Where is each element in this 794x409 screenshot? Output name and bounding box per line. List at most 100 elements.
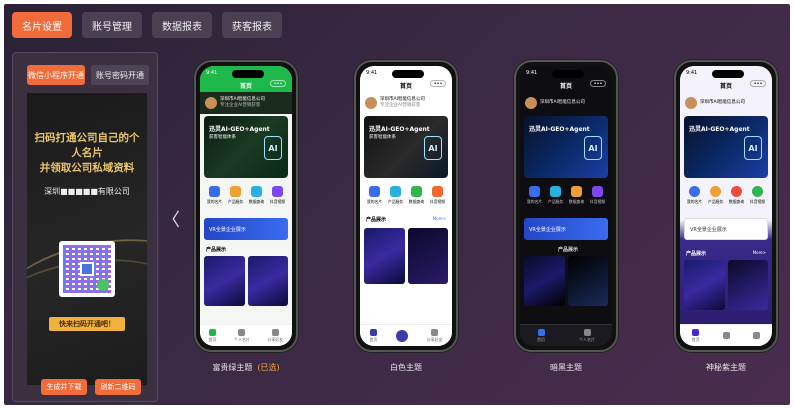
tabbar-home: 首页 [209,328,217,343]
card-preview-panel: 微信小程序开通 账号密码开通 扫码打通公司自己的个人名片 并领取公司私域资料 深… [12,52,158,402]
card-icon [209,186,220,197]
wechat-icon [97,279,109,291]
tabbar-label: 首页 [369,336,378,342]
share-icon [753,331,761,339]
icon-label: 我的名片 [686,199,703,204]
tab-bar: 首页 分享好友 [360,324,452,346]
icon-video: 抖音视频 [590,186,606,205]
theme-settings-panel: 名片设置 账号管理 数据报表 获客报表 微信小程序开通 账号密码开通 扫码打通公… [4,4,790,405]
theme-preview-green[interactable]: 9:41 首页 ••• 深圳市AI智能信息公司 专注企业AI营销获客 迅灵AI-… [194,60,298,352]
banner-text: 迅灵AI-GEO+Agent [529,126,590,134]
icon-label: 我的名片 [526,199,543,204]
poster-title: 扫码打通公司自己的个人名片 并领取公司私域资料 [33,131,141,176]
profile-row: 深圳市AI智能信息公司 专注企业AI营销获客 [365,94,447,112]
home-icon [369,328,377,336]
tabbar-share [753,331,761,340]
product-card [684,260,725,310]
product-card [407,228,448,284]
tabbar-share: 分享好友 [267,328,284,343]
box-icon [710,186,721,197]
more-icon: ••• [270,80,286,87]
theme-preview-white[interactable]: 9:41 首页 ••• 深圳市AI智能信息公司 专注企业AI营销获客 迅灵AI-… [354,60,458,352]
icon-video: 抖音视频 [430,186,446,205]
product-grid [524,256,608,306]
icon-label: 产品服务 [547,199,564,204]
product-card [727,260,768,310]
theme-label-dark: 暗黑主题 [514,362,618,373]
vr-promo: VR全景企业展示 [684,218,768,240]
hero-banner: 迅灵AI-GEO+Agent 获客智能体系 AI [204,116,288,178]
icon-products: 产品服务 [388,186,404,205]
hero-banner: 迅灵AI-GEO+Agent AI [684,116,768,178]
icon-label: 我的名片 [206,199,223,204]
profile-name: 深圳市AI智能信息公司 [540,100,585,105]
data-icon [411,186,422,197]
section-title: 产品展示 [206,247,227,253]
poster-company-name: 深圳■■■■■有限公司 [44,187,130,196]
person-icon [238,328,246,336]
data-icon [571,186,582,197]
tab-bar: 首页 个人名片 分享好友 [200,324,292,346]
box-icon [230,186,241,197]
video-icon [592,186,603,197]
vr-promo: VR全景企业展示 [524,218,608,240]
tab-acquisition-report[interactable]: 获客报表 [222,12,282,38]
box-icon [550,186,561,197]
icon-label: 数据查询 [248,199,265,204]
quick-icons: 我的名片 产品服务 数据查询 抖音视频 [364,186,448,205]
ai-icon: AI [744,136,762,160]
ai-icon: AI [264,136,282,160]
quick-icons: 我的名片 产品服务 数据查询 抖音视频 [524,186,608,205]
banner-line-2: 获客智能体系 [209,135,236,140]
more-icon: ••• [750,80,766,87]
theme-preview-dark[interactable]: 9:41 首页 ••• 深圳市AI智能信息公司 迅灵AI-GEO+Agent A… [514,60,618,352]
avatar [685,97,697,109]
banner-line-1: 迅灵AI-GEO+Agent [209,126,270,133]
ai-icon: AI [424,136,442,160]
generate-download-button[interactable]: 生成并下载 [41,379,87,395]
icon-label: 抖音视频 [749,199,766,204]
qr-code [59,241,115,297]
icon-label: 数据查询 [568,199,585,204]
tabbar-label: 分享好友 [267,336,284,342]
share-icon [271,328,279,336]
chevron-left-icon[interactable]: 〈 [162,206,180,232]
banner-line-1: 迅灵AI-GEO+Agent [689,126,750,133]
theme-name: 暗黑主题 [550,363,582,372]
tab-data-report[interactable]: 数据报表 [152,12,212,38]
tab-card-settings[interactable]: 名片设置 [12,12,72,38]
icon-my-card: 我的名片 [687,186,703,205]
profile-text: 深圳市AI智能信息公司 [700,100,745,106]
refresh-qr-button[interactable]: 刷新二维码 [95,379,141,395]
tabbar-share: 分享好友 [427,328,443,343]
icon-label: 抖音视频 [269,199,286,204]
qr-code-pattern [63,245,111,293]
card-icon [529,186,540,197]
status-time: 9:41 [206,70,218,76]
account-password-button[interactable]: 账号密码开通 [91,65,149,85]
status-time: 9:41 [366,70,378,76]
profile-desc: 专注企业AI营销获客 [220,103,261,108]
more-icon: ••• [590,80,606,87]
icon-my-card: 我的名片 [367,186,383,205]
profile-text: 深圳市AI智能信息公司 专注企业AI营销获客 [380,97,425,109]
tab-account-management[interactable]: 账号管理 [82,12,142,38]
product-card [204,256,245,306]
banner-line-1: 迅灵AI-GEO+Agent [529,126,590,133]
tabbar-card: 个人名片 [234,328,250,343]
card-icon [369,186,380,197]
wechat-miniprogram-button[interactable]: 微信小程序开通 [27,65,85,85]
icon-video: 抖音视频 [270,186,286,205]
phone-notch [232,70,264,78]
tabbar-label: 首页 [537,336,545,342]
person-icon [722,331,730,339]
theme-preview-purple[interactable]: 9:41 首页 ••• 深圳市AI智能信息公司 迅灵AI-GEO+Agent A… [674,60,778,352]
tabbar-label: 首页 [691,336,700,342]
icon-label: 数据查询 [728,199,745,204]
center-action-icon [395,329,408,342]
status-time: 9:41 [686,70,698,76]
vr-promo: VR全景企业展示 [204,218,288,240]
profile-desc: 专注企业AI营销获客 [380,103,421,108]
section-title: 产品展示 [558,247,579,253]
home-icon [537,328,545,336]
